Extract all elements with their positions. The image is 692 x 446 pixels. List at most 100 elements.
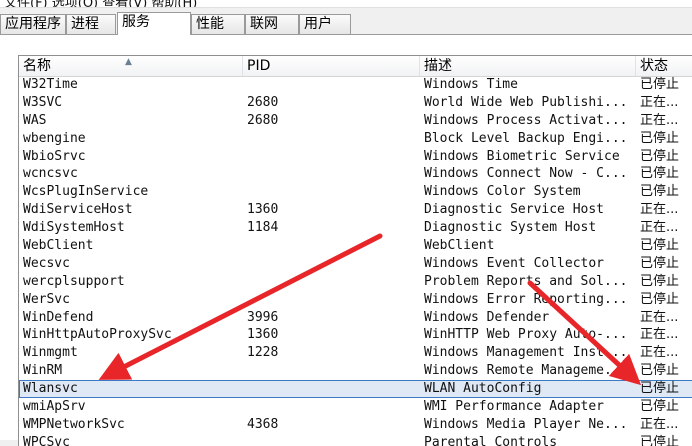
service-name-cell: wcncsvc bbox=[23, 166, 78, 182]
table-row[interactable]: Winmgmt 1228 Windows Management Inst... 正在.… bbox=[19, 344, 692, 362]
table-row[interactable]: WinDefend 3996 Windows Defender 正在... bbox=[19, 309, 692, 327]
service-name-cell: wmiApSrv bbox=[23, 399, 86, 415]
sort-ascending-icon: ▲ bbox=[125, 57, 132, 67]
services-panel: 名称 ▲ PID 描述 状态 W32Time Windows Time 已停止 W3S… bbox=[0, 34, 692, 446]
description-cell: Diagnostic System Host bbox=[424, 220, 597, 236]
status-cell: 已停止 bbox=[640, 399, 680, 415]
column-header-pid[interactable]: PID bbox=[243, 56, 420, 76]
pid-cell bbox=[243, 148, 420, 166]
table-row[interactable]: wercplsupport Problem Reports and Sol... 已… bbox=[19, 273, 692, 291]
table-row[interactable]: W32Time Windows Time 已停止 bbox=[19, 76, 692, 94]
table-row[interactable]: W3SVC 2680 World Wide Web Publishi... 正在... bbox=[19, 94, 692, 112]
tab-performance[interactable]: 性能 bbox=[191, 14, 245, 34]
status-cell: 已停止 bbox=[640, 381, 680, 397]
table-row[interactable]: WPCSvc Parental Controls 已停止 bbox=[19, 434, 692, 446]
description-cell: Windows Connect Now - C... bbox=[424, 166, 628, 182]
status-cell: 正在... bbox=[640, 94, 679, 110]
table-row[interactable]: WebClient WebClient 已停止 bbox=[19, 237, 692, 255]
pid-cell: 1184 bbox=[247, 220, 279, 236]
description-cell: Windows Event Collector bbox=[424, 255, 605, 271]
table-row[interactable]: wcncsvc Windows Connect Now - C... 已停止 bbox=[19, 165, 692, 183]
pid-cell bbox=[243, 183, 420, 201]
pid-cell: 4368 bbox=[247, 416, 279, 432]
status-cell: 已停止 bbox=[640, 238, 680, 254]
table-row[interactable]: Wecsvc Windows Event Collector 已停止 bbox=[19, 255, 692, 273]
column-name-label: 名称 bbox=[23, 58, 51, 74]
status-cell: 正在... bbox=[640, 345, 679, 361]
table-row[interactable]: WdiServiceHost 1360 Diagnostic Service Hos… bbox=[19, 201, 692, 219]
table-row[interactable]: wbengine Block Level Backup Engi... 已停止 bbox=[19, 130, 692, 148]
description-cell: Windows Biometric Service bbox=[424, 148, 620, 164]
service-name-cell: WdiServiceHost bbox=[23, 202, 133, 218]
pid-cell bbox=[243, 130, 420, 148]
services-list[interactable]: 名称 ▲ PID 描述 状态 W32Time Windows Time 已停止 W3S… bbox=[18, 55, 692, 446]
service-name-cell: WPCSvc bbox=[23, 434, 70, 446]
service-name-cell: W3SVC bbox=[23, 94, 63, 110]
service-name-cell: WbioSrvc bbox=[23, 148, 86, 164]
status-cell: 正在... bbox=[640, 112, 679, 128]
service-name-cell: WMPNetworkSvc bbox=[23, 416, 125, 432]
service-name-cell: WinHttpAutoProxySvc bbox=[23, 327, 172, 343]
service-name-cell: WinRM bbox=[23, 363, 63, 379]
column-header-description[interactable]: 描述 bbox=[420, 56, 636, 76]
status-cell: 正在... bbox=[640, 327, 679, 343]
pid-cell bbox=[243, 398, 420, 416]
description-cell: Windows Defender bbox=[424, 309, 550, 325]
table-row[interactable]: wmiApSrv WMI Performance Adapter 已停止 bbox=[19, 398, 692, 416]
tab-services[interactable]: 服务 bbox=[117, 12, 191, 35]
tab-applications[interactable]: 应用程序 bbox=[0, 14, 66, 34]
service-name-cell: WdiSystemHost bbox=[23, 220, 125, 236]
table-row[interactable]: WerSvc Windows Error Reporting... 已停止 bbox=[19, 291, 692, 309]
service-name-cell: WerSvc bbox=[23, 291, 70, 307]
status-cell: 正在... bbox=[640, 202, 679, 218]
tab-strip: 应用程序 进程 服务 性能 联网 用户 bbox=[0, 12, 692, 36]
description-cell: WMI Performance Adapter bbox=[424, 399, 605, 415]
service-name-cell: Winmgmt bbox=[23, 345, 78, 361]
table-row[interactable]: WbioSrvc Windows Biometric Service 已停止 bbox=[19, 148, 692, 166]
table-row[interactable]: WinHttpAutoProxySvc 1360 WinHTTP Web Proxy… bbox=[19, 326, 692, 344]
pid-cell: 2680 bbox=[247, 94, 279, 110]
description-cell: Windows Time bbox=[424, 77, 518, 92]
table-row[interactable]: WdiSystemHost 1184 Diagnostic System Host 正… bbox=[19, 219, 692, 237]
pid-cell bbox=[243, 380, 420, 398]
status-cell: 已停止 bbox=[640, 77, 680, 92]
table-row[interactable]: WAS 2680 Windows Process Activat... 正在... bbox=[19, 112, 692, 130]
service-name-cell: Wecsvc bbox=[23, 255, 70, 271]
description-cell: Windows Color System bbox=[424, 184, 581, 200]
service-name-cell: wercplsupport bbox=[23, 273, 125, 289]
description-cell: Diagnostic Service Host bbox=[424, 202, 605, 218]
tab-users[interactable]: 用户 bbox=[299, 14, 351, 34]
status-cell: 正在... bbox=[640, 309, 679, 325]
status-cell: 正在... bbox=[640, 220, 679, 236]
description-cell: Parental Controls bbox=[424, 434, 558, 446]
menu-bar[interactable]: 文件(F) 选项(O) 查看(V) 帮助(H) bbox=[0, 0, 692, 8]
description-cell: Windows Management Inst... bbox=[424, 345, 628, 361]
pid-cell bbox=[243, 237, 420, 255]
status-cell: 正在... bbox=[640, 416, 679, 432]
pid-cell bbox=[243, 76, 420, 94]
column-header-status[interactable]: 状态 bbox=[636, 56, 692, 76]
pid-cell: 2680 bbox=[247, 112, 279, 128]
tab-processes[interactable]: 进程 bbox=[66, 14, 116, 34]
list-rows: W32Time Windows Time 已停止 W3SVC 2680 World Wid… bbox=[19, 76, 692, 446]
pid-cell bbox=[243, 255, 420, 273]
service-name-cell: Wlansvc bbox=[23, 381, 78, 397]
description-cell: Windows Remote Manageme... bbox=[424, 363, 628, 379]
description-cell: Block Level Backup Engi... bbox=[424, 130, 628, 146]
table-row[interactable]: WcsPlugInService Windows Color System 已停止 bbox=[19, 183, 692, 201]
pid-cell bbox=[243, 165, 420, 183]
table-row[interactable]: WinRM Windows Remote Manageme... 已停止 bbox=[19, 362, 692, 380]
pid-cell bbox=[243, 273, 420, 291]
status-cell: 已停止 bbox=[640, 148, 680, 164]
tab-networking[interactable]: 联网 bbox=[245, 14, 299, 34]
column-header-name[interactable]: 名称 ▲ bbox=[19, 56, 243, 76]
table-row-selected[interactable]: Wlansvc WLAN AutoConfig 已停止 bbox=[19, 380, 692, 399]
description-cell: Windows Media Player Ne... bbox=[424, 416, 628, 432]
description-cell: WinHTTP Web Proxy Auto-... bbox=[424, 327, 628, 343]
service-name-cell: WcsPlugInService bbox=[23, 184, 149, 200]
table-row[interactable]: WMPNetworkSvc 4368 Windows Media Player Ne… bbox=[19, 416, 692, 434]
service-name-cell: wbengine bbox=[23, 130, 86, 146]
pid-cell bbox=[243, 434, 420, 446]
pid-cell: 1360 bbox=[247, 327, 279, 343]
pid-cell bbox=[243, 362, 420, 380]
